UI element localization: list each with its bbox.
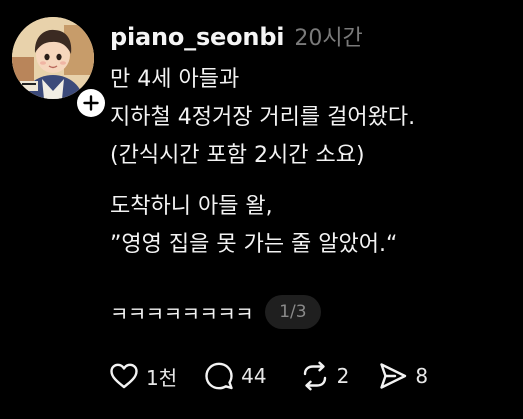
- reply-count: 44: [241, 364, 267, 388]
- like-button[interactable]: 1천: [108, 356, 177, 396]
- follow-badge-inner: [77, 89, 105, 117]
- follow-button[interactable]: [74, 86, 108, 120]
- post-line: 도착하니 아들 왈,: [110, 194, 273, 219]
- like-count: 1천: [146, 365, 178, 390]
- post-line-blank: [110, 175, 515, 188]
- share-count: 8: [415, 364, 429, 388]
- comment-bubble-icon: [205, 362, 233, 390]
- carousel-caption-text: ㅋㅋㅋㅋㅋㅋㅋㅋ: [110, 301, 254, 326]
- post-timestamp[interactable]: 20시간: [294, 20, 362, 52]
- send-arrow-icon: [380, 363, 407, 389]
- plus-icon: [83, 95, 99, 111]
- share-button[interactable]: 8: [377, 356, 428, 396]
- action-bar: 1천 44 2 8: [108, 356, 428, 396]
- repost-count: 2: [336, 364, 350, 388]
- post-body[interactable]: 만 4세 아들과 지하철 4정거장 거리를 걸어왔다. (간식시간 포함 2시간…: [110, 61, 515, 264]
- repost-button[interactable]: 2: [299, 356, 350, 396]
- username-link[interactable]: piano_seonbi: [110, 23, 285, 51]
- post-line: (간식시간 포함 2시간 소요): [110, 143, 365, 168]
- post-line: ”영영 집을 못 가는 줄 알았어.“: [110, 232, 398, 257]
- post-line: 지하철 4정거장 거리를 걸어왔다.: [110, 105, 416, 130]
- post-line: 만 4세 아들과: [110, 67, 240, 92]
- avatar[interactable]: [12, 17, 94, 99]
- thread-post: piano_seonbi 20시간 만 4세 아들과 지하철 4정거장 거리를 …: [0, 0, 523, 419]
- avatar-illustration: [12, 17, 94, 99]
- post-header: piano_seonbi 20시간: [110, 20, 363, 54]
- heart-icon: [110, 363, 138, 389]
- reply-button[interactable]: 44: [203, 356, 267, 396]
- avatar-container: [12, 17, 108, 120]
- repost-arrows-icon: [303, 361, 326, 391]
- page-indicator-badge: 1/3: [265, 295, 321, 329]
- carousel-caption-row: ㅋㅋㅋㅋㅋㅋㅋㅋ 1/3: [110, 294, 321, 330]
